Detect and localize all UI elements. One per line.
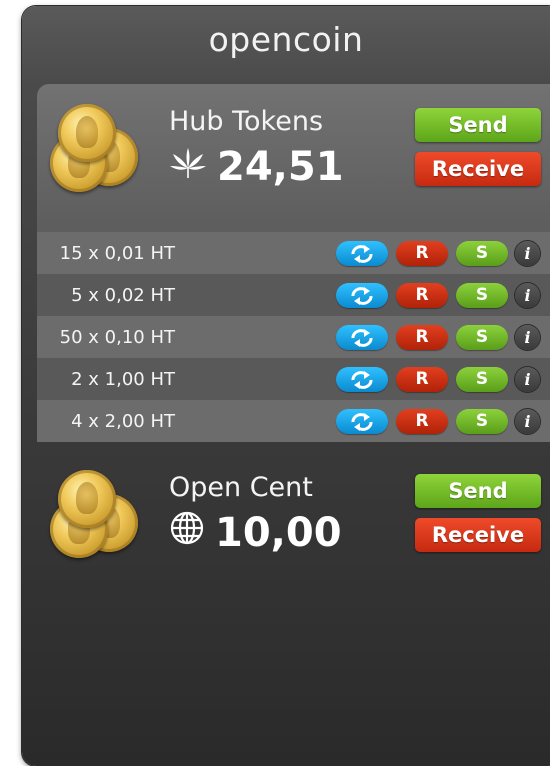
list-item: 4 x 2,00 HT R S i [37, 400, 550, 442]
receive-token-button[interactable]: R [396, 241, 448, 266]
send-token-button[interactable]: S [456, 283, 508, 308]
info-icon[interactable]: i [515, 241, 540, 266]
receive-button[interactable]: Receive [415, 518, 541, 552]
send-token-button[interactable]: S [456, 409, 508, 434]
currency-name: Open Cent [169, 472, 313, 503]
send-token-button[interactable]: S [456, 241, 508, 266]
exchange-button[interactable] [336, 325, 388, 350]
denomination-list: 15 x 0,01 HT R S i 5 x 0,02 HT R S i 50 … [37, 232, 550, 442]
currency-name: Hub Tokens [169, 106, 324, 137]
denomination-label: 5 x 0,02 HT [71, 284, 175, 306]
exchange-button[interactable] [336, 367, 388, 392]
list-item: 2 x 1,00 HT R S i [37, 358, 550, 400]
info-icon[interactable]: i [515, 409, 540, 434]
receive-token-button[interactable]: R [396, 283, 448, 308]
coins-icon [50, 466, 150, 558]
receive-token-button[interactable]: R [396, 409, 448, 434]
list-item: 5 x 0,02 HT R S i [37, 274, 550, 316]
receive-button[interactable]: Receive [415, 152, 541, 186]
denomination-label: 4 x 2,00 HT [71, 410, 175, 432]
denomination-label: 2 x 1,00 HT [71, 368, 175, 390]
exchange-button[interactable] [336, 409, 388, 434]
currency-balance: 10,00 [169, 510, 342, 556]
denomination-label: 15 x 0,01 HT [59, 242, 175, 264]
denomination-label: 50 x 0,10 HT [59, 326, 175, 348]
balance-amount: 24,51 [217, 144, 344, 190]
info-icon[interactable]: i [515, 325, 540, 350]
info-icon[interactable]: i [515, 367, 540, 392]
list-item: 15 x 0,01 HT R S i [37, 232, 550, 274]
info-icon[interactable]: i [515, 283, 540, 308]
send-token-button[interactable]: S [456, 325, 508, 350]
receive-token-button[interactable]: R [396, 325, 448, 350]
currency-balance: 24,51 [169, 144, 344, 190]
globe-icon [169, 510, 205, 556]
cannabis-leaf-icon [169, 144, 207, 190]
app-title: opencoin [208, 20, 364, 59]
balance-amount: 10,00 [215, 510, 342, 556]
coins-icon [50, 100, 150, 192]
send-button[interactable]: Send [415, 474, 541, 508]
send-button[interactable]: Send [415, 108, 541, 142]
receive-token-button[interactable]: R [396, 367, 448, 392]
list-item: 50 x 0,10 HT R S i [37, 316, 550, 358]
send-token-button[interactable]: S [456, 367, 508, 392]
exchange-button[interactable] [336, 283, 388, 308]
exchange-button[interactable] [336, 241, 388, 266]
